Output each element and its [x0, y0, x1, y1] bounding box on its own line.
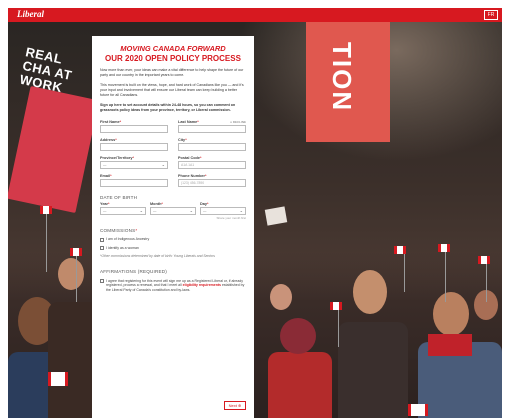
- email-label: Email*: [100, 174, 112, 178]
- canada-flag: [330, 302, 342, 310]
- canada-flag: [48, 372, 68, 386]
- last-name-hint: ● DECLINE: [230, 120, 246, 124]
- indigenous-checkbox-label: I am of Indigenous Ancestry: [106, 237, 150, 241]
- canada-flag: [478, 256, 490, 264]
- person-head: [353, 270, 387, 314]
- person-body: [48, 302, 98, 418]
- affirmation-checkbox[interactable]: [100, 279, 104, 284]
- first-name-group: First Name*: [100, 120, 168, 133]
- last-name-input[interactable]: [178, 125, 246, 133]
- chevron-down-icon: ⌄: [239, 208, 243, 213]
- flag-pole: [338, 307, 339, 347]
- campaign-sign-right-text: TION: [327, 42, 357, 113]
- eligibility-requirements-link[interactable]: eligibility requirements: [183, 283, 221, 287]
- dob-hint: Share your month first: [216, 216, 246, 220]
- signup-form-panel: MOVING CANADA FORWARD OUR 2020 OPEN POLI…: [92, 36, 254, 418]
- top-bar: Liberal FR: [8, 8, 502, 22]
- background-photo: REAL CHA AT WORK TION: [8, 22, 502, 418]
- day-label: Day*: [200, 202, 209, 206]
- liberal-logo[interactable]: Liberal: [17, 9, 44, 19]
- indigenous-checkbox[interactable]: [100, 237, 104, 242]
- person-head: [280, 318, 316, 354]
- form-title-line2: OUR 2020 OPEN POLICY PROCESS: [105, 54, 241, 63]
- campaign-sign-left: [8, 85, 100, 214]
- address-label: Address*: [100, 138, 117, 142]
- postal-code-input[interactable]: A1A 1A1: [178, 161, 246, 169]
- month-select[interactable]: — ⌄: [150, 207, 196, 215]
- province-label: Province/Territory*: [100, 156, 134, 160]
- form-title-line1: MOVING CANADA FORWARD: [120, 44, 226, 53]
- canada-flag: [394, 246, 406, 254]
- canada-flag: [408, 404, 428, 416]
- woman-checkbox-row[interactable]: I identify as a woman: [100, 246, 246, 251]
- flag-pole: [445, 252, 446, 302]
- flag-pole: [404, 252, 405, 292]
- intro-paragraph-1: Now more than ever, your ideas can make …: [100, 68, 244, 77]
- woman-checkbox-label: I identify as a woman: [106, 245, 139, 250]
- canada-flag: [70, 248, 82, 256]
- flag-pole: [76, 252, 77, 302]
- last-name-label: Last Name* ● DECLINE: [178, 120, 246, 124]
- first-name-label: First Name*: [100, 120, 122, 124]
- commissions-note: *Other commissions determined by date of…: [100, 254, 215, 259]
- dob-section-heading: DATE OF BIRTH: [100, 195, 138, 200]
- province-select[interactable]: — ⌄: [100, 161, 168, 169]
- chevron-down-icon: ⌄: [161, 162, 165, 167]
- phone-group: Phone Number* (123) 456-7890: [178, 174, 246, 187]
- year-label: Year*: [100, 202, 110, 206]
- person-head: [58, 258, 84, 290]
- person-body: [338, 322, 408, 418]
- flag-pole: [486, 262, 487, 302]
- city-group: City*: [178, 138, 246, 151]
- city-label: City*: [178, 138, 187, 142]
- month-group: Month* — ⌄: [150, 202, 196, 215]
- intro-paragraph-2: This movement is built on the views, hop…: [100, 83, 244, 97]
- month-label: Month*: [150, 202, 163, 206]
- year-select[interactable]: — ⌄: [100, 207, 146, 215]
- intro-paragraph-3: Sign up here to set account details with…: [100, 103, 236, 112]
- person-body: [268, 352, 332, 418]
- day-select[interactable]: — ⌄: [200, 207, 246, 215]
- affirmations-section-heading: AFFIRMATIONS (REQUIRED): [100, 268, 168, 274]
- day-group: Day* — ⌄: [200, 202, 246, 215]
- email-input[interactable]: [100, 179, 168, 187]
- indigenous-checkbox-row[interactable]: I am of Indigenous Ancestry: [100, 237, 246, 242]
- language-toggle-button[interactable]: FR: [484, 10, 498, 20]
- phone-input[interactable]: (123) 456-7890: [178, 179, 246, 187]
- postal-code-label: Postal Code*: [178, 156, 202, 160]
- address-group: Address*: [100, 138, 168, 151]
- person-head: [433, 292, 469, 336]
- woman-checkbox[interactable]: [100, 246, 104, 251]
- postal-code-group: Postal Code* A1A 1A1: [178, 156, 246, 169]
- year-group: Year* — ⌄: [100, 202, 146, 215]
- commissions-section-heading: COMMISSIONS*: [100, 228, 138, 233]
- chevron-down-icon: ⌄: [139, 208, 143, 213]
- white-card: [264, 206, 288, 226]
- next-button[interactable]: Next ⊕: [224, 401, 246, 410]
- email-group: Email*: [100, 174, 168, 187]
- canada-flag: [438, 244, 450, 252]
- red-sign: [428, 334, 472, 356]
- affirmation-checkbox-row[interactable]: I agree that registering for this event …: [100, 279, 246, 293]
- person-head: [270, 284, 292, 310]
- flag-pole: [46, 212, 47, 272]
- address-input[interactable]: [100, 143, 168, 151]
- chevron-down-icon: ⌄: [189, 208, 193, 213]
- affirmation-text: I agree that registering for this event …: [106, 278, 245, 292]
- province-group: Province/Territory* — ⌄: [100, 156, 168, 169]
- city-input[interactable]: [178, 143, 246, 151]
- first-name-input[interactable]: [100, 125, 168, 133]
- phone-label: Phone Number*: [178, 174, 207, 178]
- canada-flag: [40, 206, 52, 214]
- last-name-group: Last Name* ● DECLINE: [178, 120, 246, 133]
